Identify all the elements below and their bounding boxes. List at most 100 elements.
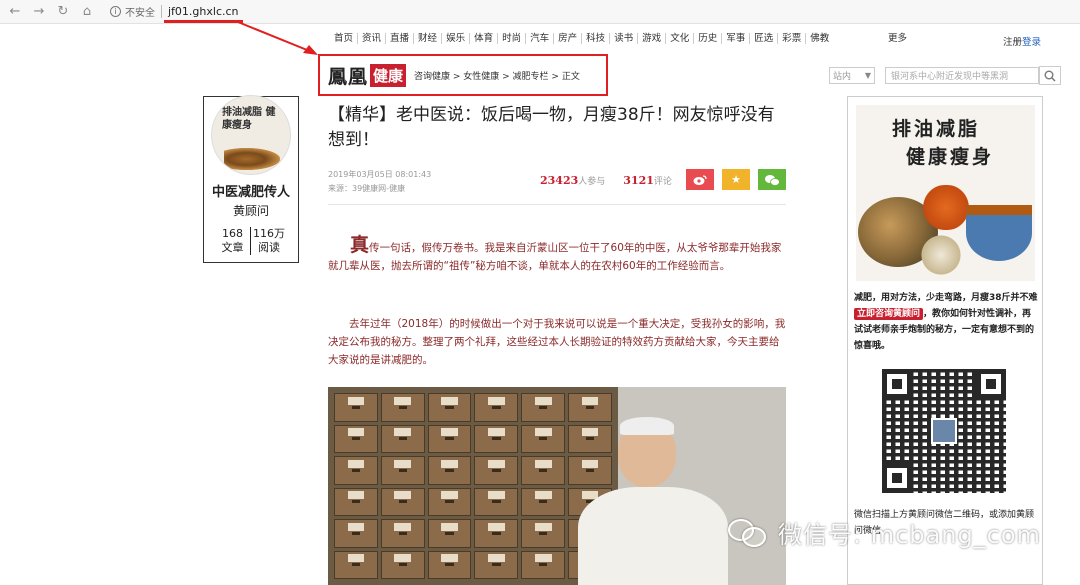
ad-text-before: 减肥，用对方法，少走弯路，月瘦38斤并不难	[854, 293, 1038, 303]
qr-finder-top-right	[976, 369, 1006, 399]
cabinet-drawer	[568, 456, 612, 485]
doctor-figure-hair	[620, 417, 674, 435]
topnav-item[interactable]: 佛教	[806, 33, 833, 44]
cabinet-drawer	[380, 456, 425, 485]
cabinet-drawer	[474, 393, 519, 422]
cabinet-drawer	[427, 393, 472, 422]
dropcap: 真	[350, 234, 370, 256]
search-input[interactable]: 银河系中心附近发现中等黑洞	[885, 67, 1039, 84]
topnav-item[interactable]: 读书	[610, 33, 639, 44]
wechat-icon	[765, 174, 780, 186]
breadcrumb[interactable]: 咨询健康 > 女性健康 > 减肥专栏 > 正文	[414, 69, 580, 82]
cabinet-drawer	[380, 393, 425, 422]
participants-stat[interactable]: 23423人参与	[540, 174, 605, 187]
topnav-item[interactable]: 直播	[386, 33, 415, 44]
sidebar-ad[interactable]: 排油减脂 健康瘦身 减肥，用对方法，少走弯路，月瘦38斤并不难立即咨询黄顾问 ，教…	[847, 96, 1043, 585]
favorite-button[interactable]: ★	[722, 169, 750, 190]
back-icon[interactable]: ←	[6, 3, 24, 21]
url-highlight-underline	[164, 20, 243, 23]
comments-label: 评论	[653, 177, 672, 187]
qr-finder-bottom-left	[882, 463, 912, 493]
brand-header-highlight: 鳳凰 健康 咨询健康 > 女性健康 > 减肥专栏 > 正文	[318, 54, 608, 96]
wechat-watermark: 微信号: mcbang_com	[728, 515, 1041, 550]
site-logo[interactable]: 鳳凰	[328, 62, 368, 89]
topnav-item[interactable]: 财经	[414, 33, 443, 44]
cabinet-drawer	[427, 487, 472, 516]
topnav-item[interactable]: 时尚	[498, 33, 527, 44]
tea-bowl	[966, 205, 1032, 261]
topnav-item[interactable]: 科技	[582, 33, 611, 44]
comments-stat[interactable]: 3121评论	[623, 174, 672, 187]
avatar[interactable]: 排油减脂 健康瘦身	[211, 95, 291, 175]
address-bar[interactable]: jf01.ghxlc.cn	[164, 5, 243, 23]
comments-count: 3121	[623, 174, 654, 187]
author-name[interactable]: 黄顾问	[204, 202, 298, 219]
article-divider	[328, 204, 786, 205]
topnav-item[interactable]: 首页	[330, 33, 359, 44]
medicine-cabinet	[328, 387, 618, 585]
register-link[interactable]: 登录	[1022, 37, 1041, 48]
cabinet-drawer	[380, 519, 425, 548]
topnav-item[interactable]: 房产	[554, 33, 583, 44]
share-weibo-button[interactable]	[686, 169, 714, 190]
topnav-item[interactable]: 汽车	[526, 33, 555, 44]
articles-count: 168	[222, 227, 243, 240]
address-separator	[161, 5, 162, 18]
search-button[interactable]	[1039, 66, 1061, 85]
author-stats: 168 文章 116万 阅读	[204, 227, 298, 255]
login-links: 注册登录	[1003, 34, 1041, 48]
article-paragraph-2: 去年过年（2018年）的时候做出一个对于我来说可以说是一个重大决定，受我孙女的影…	[328, 318, 786, 366]
doctor-figure-body	[578, 487, 728, 585]
qr-finder-top-left	[882, 369, 912, 399]
topnav-item[interactable]: 文化	[666, 33, 695, 44]
ad-image: 排油减脂 健康瘦身	[856, 105, 1035, 281]
search-scope-value: 站内	[833, 72, 852, 82]
cabinet-drawer	[427, 519, 472, 548]
cabinet-drawer	[380, 424, 425, 453]
topnav-item[interactable]: 娱乐	[442, 33, 471, 44]
cabinet-drawer	[334, 519, 378, 548]
cabinet-drawer	[521, 393, 566, 422]
more-link[interactable]: 更多	[888, 30, 907, 44]
cabinet-drawer	[568, 393, 612, 422]
cabinet-drawer	[521, 487, 566, 516]
reads-count: 116万	[253, 227, 285, 240]
reads-stat: 116万 阅读	[251, 227, 287, 255]
browser-toolbar: ← → ↻ ⌂ i 不安全 jf01.ghxlc.cn	[0, 0, 1080, 24]
article-paragraph-1: 真传一句话，假传万卷书。我是来自沂蒙山区一位干了60年的中医，从太爷爷那辈开始我…	[328, 236, 786, 275]
topnav-item[interactable]: 历史	[694, 33, 723, 44]
articles-stat: 168 文章	[215, 227, 251, 255]
topnav-item[interactable]: 游戏	[638, 33, 667, 44]
login-link[interactable]: 注册	[1003, 37, 1022, 48]
topnav-item[interactable]: 匠选	[750, 33, 779, 44]
chevron-down-icon: ▼	[864, 71, 871, 80]
cabinet-drawer	[474, 424, 519, 453]
topnav-item[interactable]: 彩票	[778, 33, 807, 44]
ad-calligraphy-line-2: 健康瘦身	[906, 146, 995, 168]
channel-logo[interactable]: 健康	[370, 63, 407, 87]
cabinet-drawer	[334, 456, 378, 485]
qr-avatar	[931, 418, 957, 444]
topnav-item[interactable]: 资讯	[358, 33, 387, 44]
author-title: 中医减肥传人	[211, 185, 290, 200]
search-scope-select[interactable]: 站内 ▼	[829, 67, 875, 84]
ad-cta-button[interactable]: 立即咨询黄顾问	[854, 308, 924, 320]
security-indicator[interactable]: i 不安全	[110, 4, 155, 19]
forward-icon[interactable]: →	[30, 3, 48, 21]
home-icon[interactable]: ⌂	[78, 3, 96, 21]
ad-calligraphy: 排油减脂 健康瘦身	[892, 115, 994, 171]
cabinet-drawer	[380, 487, 425, 516]
cabinet-drawer	[521, 519, 566, 548]
share-wechat-button[interactable]	[758, 169, 786, 190]
participants-label: 人参与	[578, 177, 606, 187]
cabinet-drawer	[334, 550, 378, 579]
topnav-item[interactable]: 体育	[470, 33, 499, 44]
reload-icon[interactable]: ↻	[54, 3, 72, 21]
weibo-icon	[693, 174, 707, 185]
topnav-item[interactable]: 军事	[722, 33, 751, 44]
article-source: 来源：39健康网-健康	[328, 184, 406, 193]
top-navigation: 首页 资讯 直播 财经 娱乐 体育 时尚 汽车 房产 科技 读书 游戏 文化 历史 军事 匠选 彩票 佛教	[330, 33, 833, 44]
search-area: 站内 ▼ 银河系中心附近发现中等黑洞	[829, 66, 1061, 85]
cabinet-drawer	[521, 456, 566, 485]
cabinet-drawer	[568, 424, 612, 453]
